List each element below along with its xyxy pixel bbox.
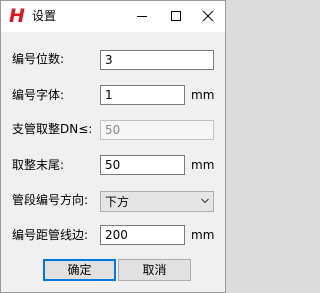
settings-dialog: H 设置 编号位数: 3 编号字体: 1 mm 支管取整DN≤: 50 取整末尾… bbox=[0, 0, 226, 293]
window-title: 设置 bbox=[32, 9, 57, 23]
distance-unit: mm bbox=[191, 228, 215, 242]
close-icon bbox=[202, 10, 214, 22]
distance-input[interactable]: 200 bbox=[100, 225, 185, 245]
direction-select[interactable]: 下方 bbox=[100, 191, 214, 212]
font-size-label: 编号字体: bbox=[12, 88, 65, 102]
direction-value: 下方 bbox=[105, 195, 130, 209]
chevron-down-icon bbox=[201, 198, 209, 204]
digits-label: 编号位数: bbox=[12, 52, 65, 66]
ok-button[interactable]: 确定 bbox=[43, 259, 116, 281]
direction-label: 管段编号方向: bbox=[12, 193, 89, 207]
minimize-icon bbox=[137, 16, 147, 17]
font-size-unit: mm bbox=[191, 88, 215, 102]
digits-input[interactable]: 3 bbox=[100, 50, 214, 70]
app-logo-icon: H bbox=[9, 5, 25, 27]
minimize-button[interactable] bbox=[125, 1, 159, 32]
title-bar: H 设置 bbox=[1, 1, 225, 32]
distance-label: 编号距管线边: bbox=[12, 228, 89, 242]
round-dn-input: 50 bbox=[100, 120, 214, 140]
font-size-input[interactable]: 1 bbox=[100, 85, 185, 105]
cancel-button[interactable]: 取消 bbox=[118, 259, 191, 281]
round-tail-input[interactable]: 50 bbox=[100, 155, 185, 175]
close-button[interactable] bbox=[191, 1, 225, 32]
round-tail-label: 取整末尾: bbox=[12, 158, 65, 172]
maximize-button[interactable] bbox=[159, 1, 193, 32]
round-dn-label: 支管取整DN≤: bbox=[12, 122, 93, 136]
maximize-icon bbox=[171, 11, 181, 21]
round-tail-unit: mm bbox=[191, 158, 215, 172]
